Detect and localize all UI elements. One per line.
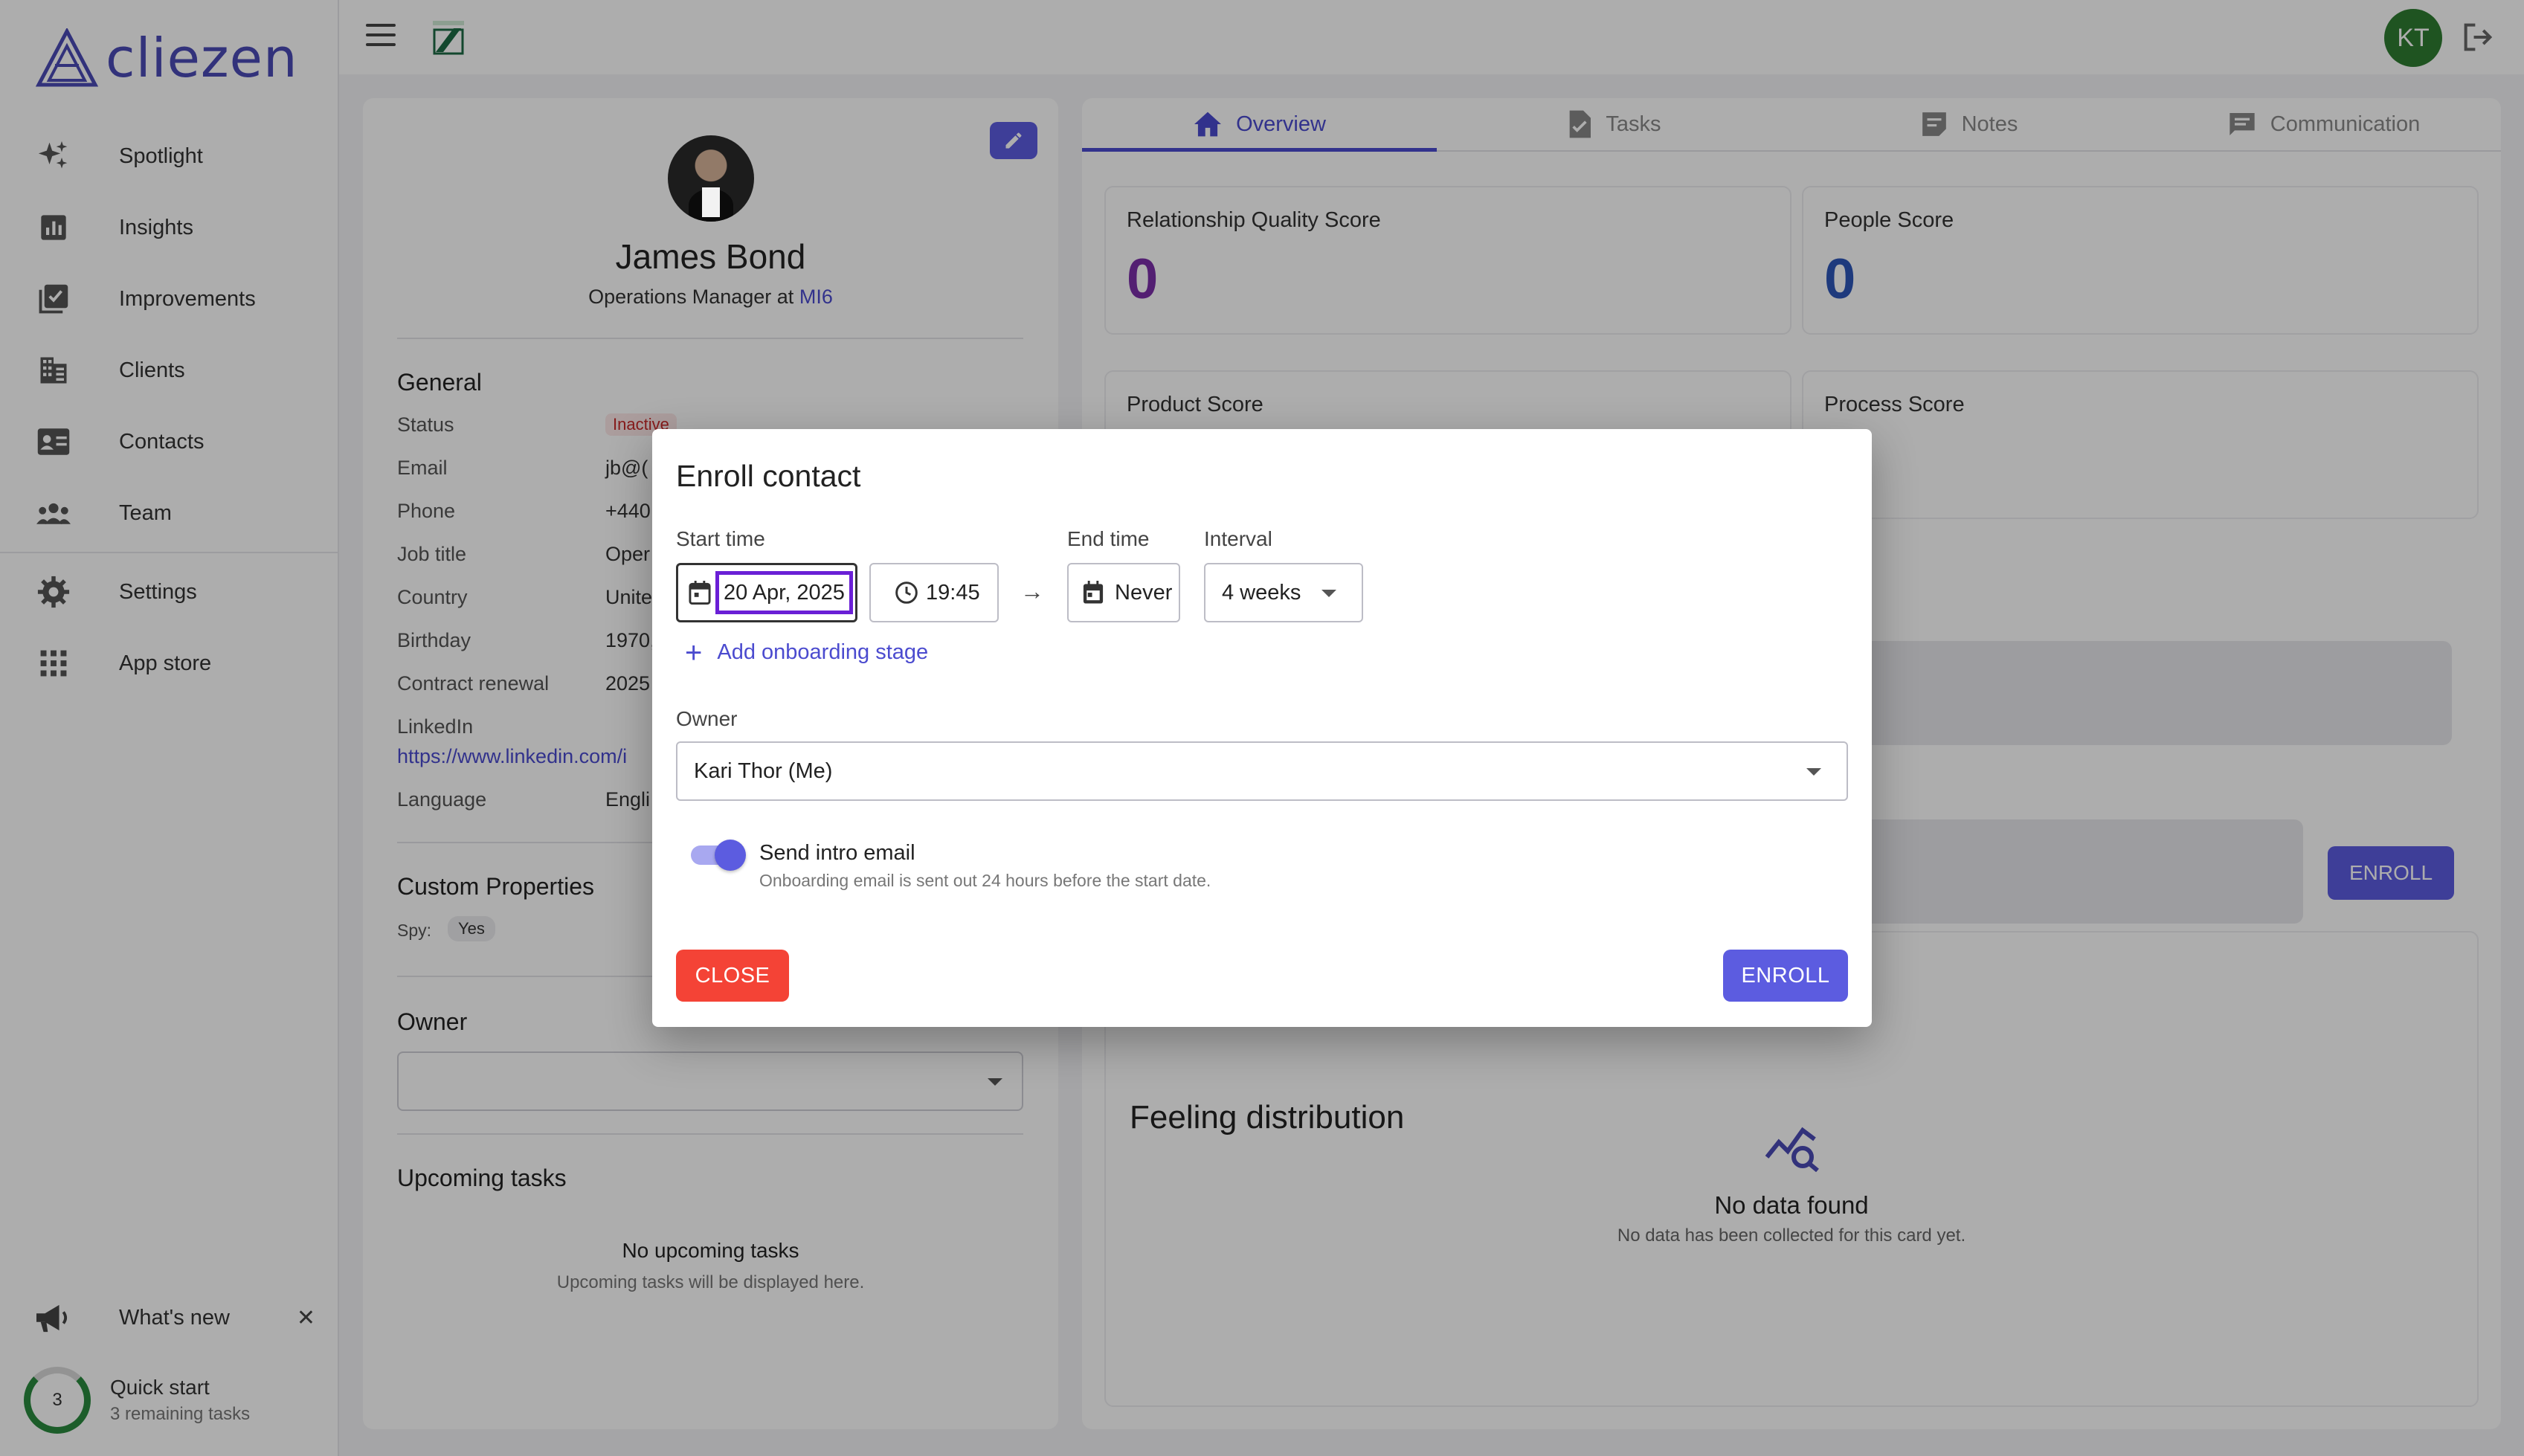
- calendar-icon: [1083, 581, 1104, 604]
- start-date-field[interactable]: 20 Apr, 2025: [676, 563, 857, 622]
- start-time-value: 19:45: [926, 580, 980, 605]
- plus-icon: +: [685, 636, 703, 669]
- owner-select[interactable]: Kari Thor (Me): [676, 741, 1848, 801]
- add-stage-label: Add onboarding stage: [717, 640, 929, 664]
- end-time-field[interactable]: Never: [1067, 563, 1180, 622]
- start-date-value: 20 Apr, 2025: [724, 580, 845, 605]
- start-time-field[interactable]: 19:45: [869, 563, 999, 622]
- owner-value: Kari Thor (Me): [694, 758, 833, 783]
- end-time-label: End time: [1067, 527, 1150, 550]
- toggle-title: Send intro email: [759, 841, 915, 865]
- clock-icon: [895, 582, 918, 604]
- end-time-value: Never: [1115, 580, 1173, 605]
- toggle-subtitle: Onboarding email is sent out 24 hours be…: [759, 871, 1211, 890]
- interval-label: Interval: [1204, 527, 1272, 550]
- interval-value: 4 weeks: [1222, 580, 1301, 605]
- interval-select[interactable]: 4 weeks: [1204, 563, 1363, 622]
- add-onboarding-stage-button[interactable]: + Add onboarding stage: [685, 636, 929, 669]
- send-intro-email-toggle[interactable]: [691, 840, 746, 871]
- chevron-down-icon: [1321, 590, 1336, 597]
- close-button[interactable]: CLOSE: [676, 950, 789, 1002]
- chevron-down-icon: [1806, 768, 1821, 776]
- dialog-title: Enroll contact: [676, 459, 861, 493]
- enroll-contact-dialog: Enroll contact Start time 20 Apr, 2025 1…: [652, 429, 1872, 1027]
- arrow-right-icon: →: [1020, 578, 1044, 605]
- start-date-input[interactable]: 20 Apr, 2025: [715, 571, 853, 614]
- calendar-icon: [689, 581, 711, 605]
- owner-label: Owner: [676, 707, 738, 730]
- enroll-button[interactable]: ENROLL: [1723, 950, 1848, 1002]
- start-time-label: Start time: [676, 527, 765, 550]
